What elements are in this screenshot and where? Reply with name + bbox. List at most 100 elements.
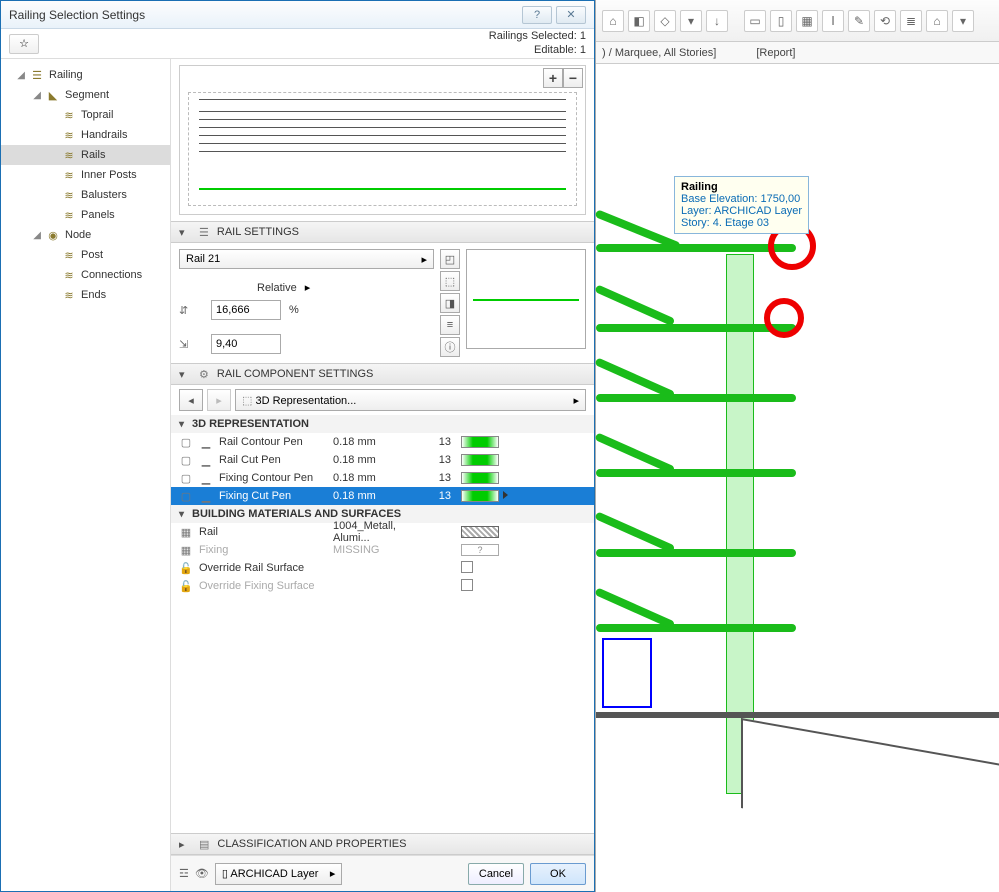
- tree-item-panels[interactable]: ≋Panels: [1, 205, 170, 225]
- tree-item-label: Toprail: [81, 109, 164, 121]
- view-tab-bar: ) / Marquee, All Stories] [Report]: [596, 42, 999, 64]
- view-3d-icon[interactable]: ⬚: [440, 271, 460, 291]
- toolbar-icon[interactable]: ▭: [744, 10, 766, 32]
- toolbar-icon[interactable]: ▾: [680, 10, 702, 32]
- material-label: Fixing: [199, 544, 228, 556]
- rail-name-dropdown[interactable]: Rail 21▸: [179, 249, 434, 269]
- pen-line-icon: ▁: [199, 454, 213, 467]
- remove-rail-button[interactable]: −: [563, 68, 583, 88]
- eye-icon[interactable]: 👁: [195, 867, 209, 880]
- material-missing-swatch[interactable]: ?: [461, 544, 499, 556]
- info-icon[interactable]: ⓘ: [440, 337, 460, 357]
- railing-diag: [594, 432, 675, 474]
- pen-swatch[interactable]: [461, 436, 499, 448]
- add-rail-button[interactable]: +: [543, 68, 563, 88]
- toolbar-icon[interactable]: ▾: [952, 10, 974, 32]
- material-icon: 🔓: [179, 562, 193, 575]
- toolbar-icon[interactable]: ≣: [900, 10, 922, 32]
- pen-row-fixing-contour-pen[interactable]: ▢▁Fixing Contour Pen0.18 mm13: [171, 469, 594, 487]
- ok-button[interactable]: OK: [530, 863, 586, 885]
- selection-box: [602, 638, 652, 708]
- tree-item-node[interactable]: ◢◉Node: [1, 225, 170, 245]
- cancel-button[interactable]: Cancel: [468, 863, 524, 885]
- material-row-override-rail-surface[interactable]: 🔓Override Rail Surface: [171, 559, 594, 577]
- tree-item-connections[interactable]: ≋Connections: [1, 265, 170, 285]
- relative-arrow-icon[interactable]: ▸: [305, 281, 311, 294]
- pen-icon: ▢: [179, 454, 193, 467]
- view-side-icon[interactable]: ◨: [440, 293, 460, 313]
- toolbar-icon[interactable]: ⟲: [874, 10, 896, 32]
- tab-marquee[interactable]: ) / Marquee, All Stories]: [602, 47, 716, 59]
- tree-item-inner-posts[interactable]: ≋Inner Posts: [1, 165, 170, 185]
- offset-value-input[interactable]: [211, 334, 281, 354]
- nav-prev-button[interactable]: ◂: [179, 389, 203, 411]
- node-icon: ◉: [45, 229, 61, 242]
- tree-item-label: Post: [81, 249, 164, 261]
- toolbar-icon[interactable]: Ⅰ: [822, 10, 844, 32]
- tree-item-toprail[interactable]: ≋Toprail: [1, 105, 170, 125]
- toolbar-icon[interactable]: ◇: [654, 10, 676, 32]
- rail-name-value: Rail 21: [186, 253, 220, 265]
- layer-icon[interactable]: ☲: [179, 867, 189, 880]
- tree-item-balusters[interactable]: ≋Balusters: [1, 185, 170, 205]
- classification-header[interactable]: ▸ ▤ CLASSIFICATION AND PROPERTIES: [171, 833, 594, 855]
- material-row-rail[interactable]: ▦Rail1004_Metall, Alumi...: [171, 523, 594, 541]
- tree-item-rails[interactable]: ≋Rails: [1, 145, 170, 165]
- component-tree[interactable]: ◢☰Railing◢◣Segment≋Toprail≋Handrails≋Rai…: [1, 59, 171, 891]
- material-swatch[interactable]: [461, 526, 499, 538]
- material-value: 1004_Metall, Alumi...: [333, 520, 423, 544]
- tab-report[interactable]: [Report]: [756, 47, 795, 59]
- rail-component-header[interactable]: ▾ ⚙ RAIL COMPONENT SETTINGS: [171, 363, 594, 385]
- subhead-label: 3D REPRESENTATION: [192, 418, 309, 430]
- help-button[interactable]: ?: [522, 6, 552, 24]
- nav-next-button[interactable]: ▸: [207, 389, 231, 411]
- toolbar-icon[interactable]: ◧: [628, 10, 650, 32]
- 3d-representation-header[interactable]: ▾ 3D REPRESENTATION: [171, 415, 594, 433]
- toolbar-icon[interactable]: ↓: [706, 10, 728, 32]
- offset-icon: ⇲: [179, 338, 203, 351]
- close-button[interactable]: ✕: [556, 6, 586, 24]
- collapse-icon: ▾: [179, 226, 191, 239]
- tree-item-label: Connections: [81, 269, 164, 281]
- tree-item-post[interactable]: ≋Post: [1, 245, 170, 265]
- relative-value-input[interactable]: [211, 300, 281, 320]
- pen-row-rail-cut-pen[interactable]: ▢▁Rail Cut Pen0.18 mm13: [171, 451, 594, 469]
- rail-icon: ≋: [61, 149, 77, 162]
- pen-row-rail-contour-pen[interactable]: ▢▁Rail Contour Pen0.18 mm13: [171, 433, 594, 451]
- collapse-icon: ▾: [179, 509, 184, 520]
- view-sect-icon[interactable]: ≡: [440, 315, 460, 335]
- dropdown-arrow-icon[interactable]: [503, 491, 508, 499]
- toolbar-icon[interactable]: ▦: [796, 10, 818, 32]
- pen-row-fixing-cut-pen[interactable]: ▢▁Fixing Cut Pen0.18 mm13: [171, 487, 594, 505]
- pen-icon: ▢: [179, 490, 193, 503]
- override-checkbox[interactable]: [461, 561, 473, 573]
- pen-swatch[interactable]: [461, 454, 499, 466]
- tree-item-handrails[interactable]: ≋Handrails: [1, 125, 170, 145]
- layer-dropdown[interactable]: ▯ ARCHICAD Layer▸: [215, 863, 343, 885]
- drawing-canvas[interactable]: Railing Base Elevation: 1750,00 Layer: A…: [596, 64, 999, 892]
- pen-swatch[interactable]: [461, 472, 499, 484]
- collapse-icon: ▾: [179, 419, 184, 430]
- favorites-button[interactable]: ☆: [9, 34, 39, 54]
- view-top-icon[interactable]: ◰: [440, 249, 460, 269]
- tree-item-segment[interactable]: ◢◣Segment: [1, 85, 170, 105]
- tree-item-label: Inner Posts: [81, 169, 164, 181]
- rail-settings-header[interactable]: ▾ ☰ RAIL SETTINGS: [171, 221, 594, 243]
- toolbar-icon[interactable]: ▯: [770, 10, 792, 32]
- pen-line-icon: ▁: [199, 490, 213, 503]
- material-icon: ▦: [179, 526, 193, 539]
- tree-item-railing[interactable]: ◢☰Railing: [1, 65, 170, 85]
- representation-dropdown[interactable]: ⬚ 3D Representation...▸: [235, 389, 586, 411]
- pen-swatch[interactable]: [461, 490, 499, 502]
- toolbar-icon[interactable]: ⌂: [602, 10, 624, 32]
- tree-arrow-icon: ◢: [7, 70, 25, 81]
- toolbar-icon[interactable]: ⌂: [926, 10, 948, 32]
- material-icon: ▦: [179, 544, 193, 557]
- tree-item-ends[interactable]: ≋Ends: [1, 285, 170, 305]
- nav-row: ◂ ▸ ⬚ 3D Representation...▸: [179, 389, 586, 411]
- tooltip-line: Layer: ARCHICAD Layer: [681, 205, 802, 217]
- segment-preview[interactable]: + −: [179, 65, 586, 215]
- repr-dropdown-label: 3D Representation...: [255, 395, 356, 407]
- dialog-titlebar[interactable]: Railing Selection Settings ? ✕: [1, 1, 594, 29]
- toolbar-icon[interactable]: ✎: [848, 10, 870, 32]
